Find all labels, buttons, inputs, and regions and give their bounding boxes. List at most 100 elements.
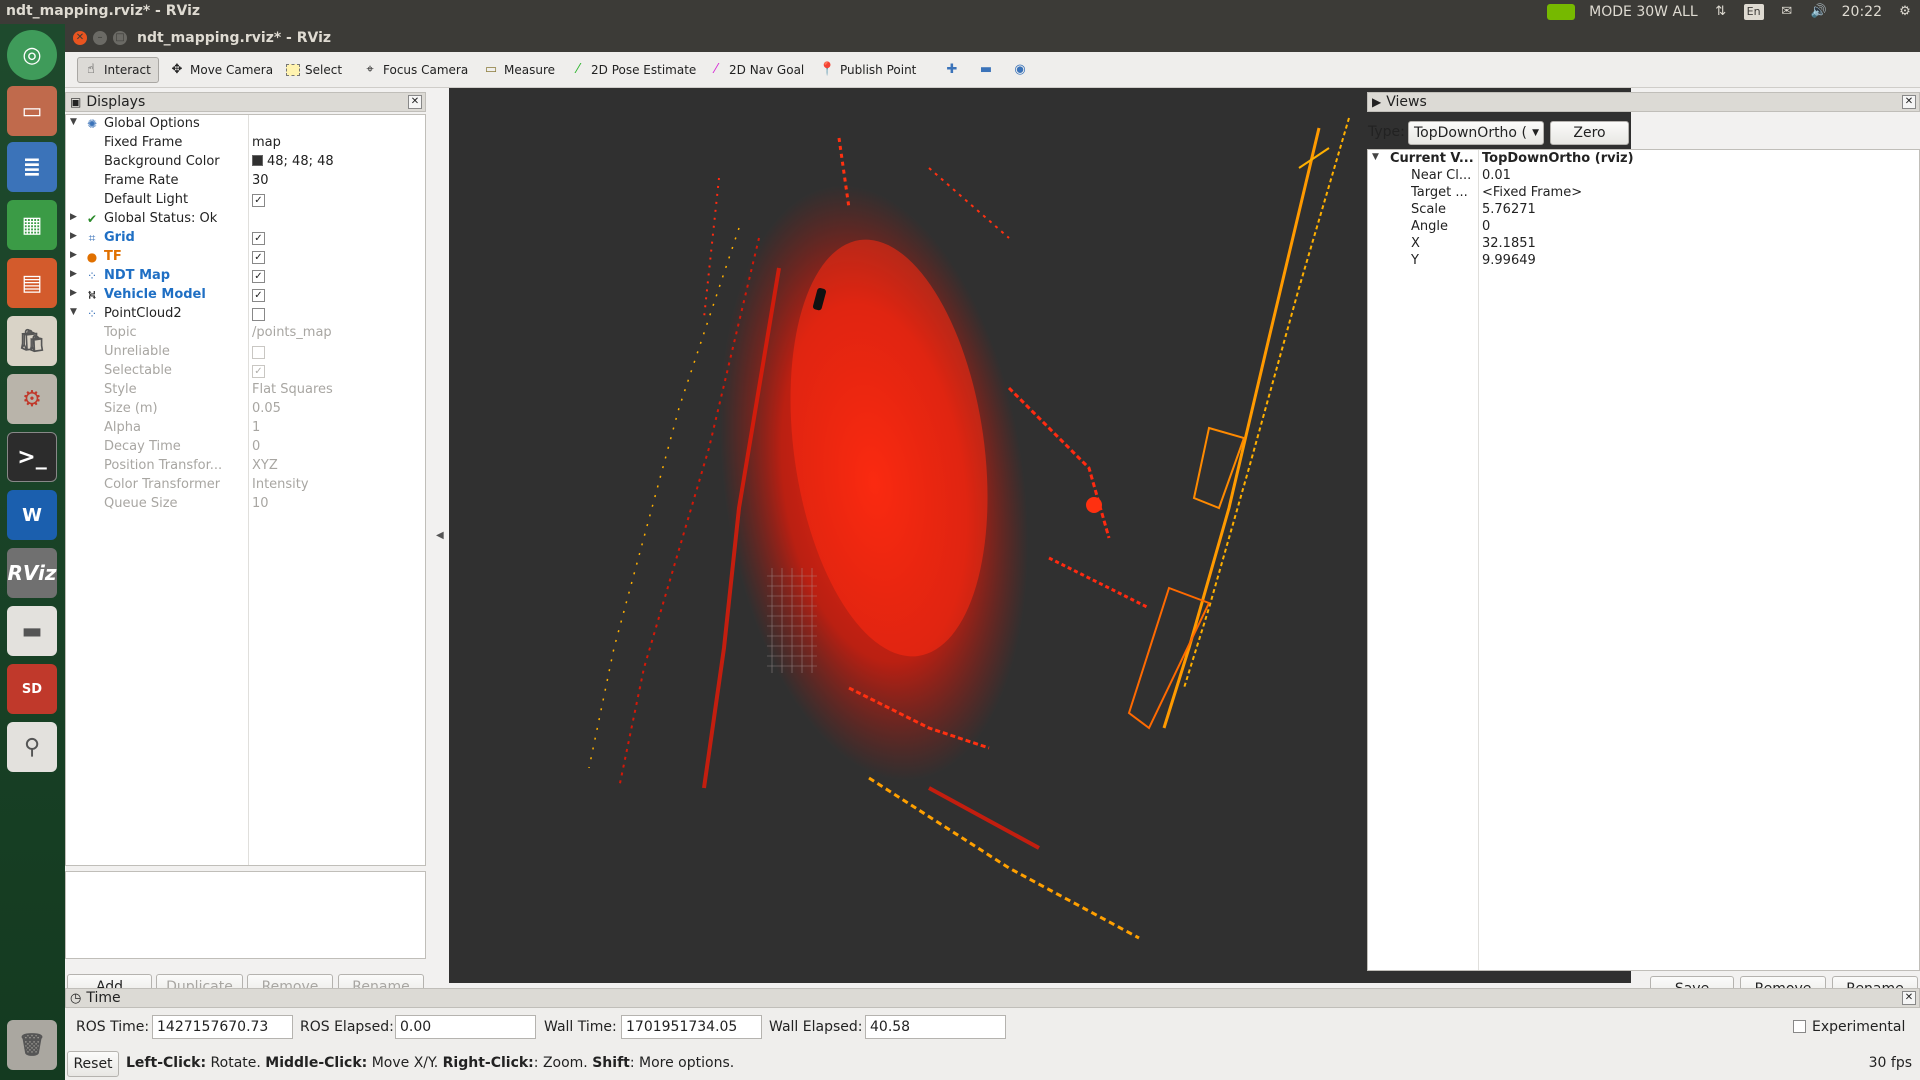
tree-row-global-options[interactable]: ▼ ✺ Global Options — [66, 115, 425, 134]
clock[interactable]: 20:22 — [1842, 4, 1882, 20]
power-mode-label[interactable]: MODE 30W ALL — [1589, 4, 1697, 20]
frame-rate-value[interactable]: 30 — [252, 173, 269, 188]
close-displays-panel-button[interactable]: ✕ — [408, 95, 422, 109]
tree-row-grid[interactable]: ▶ ⌗ Grid ✓ — [66, 229, 425, 248]
writer-icon[interactable]: ≣ — [7, 142, 57, 192]
tree-row-style[interactable]: Style Flat Squares — [66, 381, 425, 400]
expanded-arrow-icon[interactable]: ▼ — [1372, 152, 1379, 162]
alpha-value[interactable]: 1 — [252, 420, 260, 435]
tree-row-frame-rate[interactable]: Frame Rate 30 — [66, 172, 425, 191]
collapsed-arrow-icon[interactable]: ▶ — [70, 288, 77, 298]
network-icon[interactable]: ⇅ — [1712, 4, 1730, 20]
collapse-left-arrow-icon[interactable]: ◀ — [436, 530, 444, 541]
queue-size-value[interactable]: 10 — [252, 496, 269, 511]
maximize-window-button[interactable]: □ — [113, 31, 127, 45]
rviz-icon[interactable]: RViz — [7, 548, 57, 598]
close-window-button[interactable]: ✕ — [73, 31, 87, 45]
position-transformer-value[interactable]: XYZ — [252, 458, 278, 473]
tree-row-position-transformer[interactable]: Position Transfor... XYZ — [66, 457, 425, 476]
y-value[interactable]: 9.99649 — [1482, 253, 1536, 268]
tree-row-decay-time[interactable]: Decay Time 0 — [66, 438, 425, 457]
impress-icon[interactable]: ▤ — [7, 258, 57, 308]
trash-icon[interactable]: 🗑 — [7, 1020, 57, 1070]
usb-drive-icon[interactable]: ⚲ — [7, 722, 57, 772]
collapsed-arrow-icon[interactable]: ▶ — [70, 269, 77, 279]
tree-row-alpha[interactable]: Alpha 1 — [66, 419, 425, 438]
vehicle-model-checkbox[interactable]: ✓ — [252, 289, 265, 302]
unreliable-checkbox[interactable] — [252, 346, 265, 359]
tree-row-vehicle-model[interactable]: ▶ ⛕ Vehicle Model ✓ — [66, 286, 425, 305]
drive-icon[interactable]: ▬ — [7, 606, 57, 656]
tf-checkbox[interactable]: ✓ — [252, 251, 265, 264]
scale-value[interactable]: 5.76271 — [1482, 202, 1536, 217]
expanded-arrow-icon[interactable]: ▼ — [70, 117, 77, 127]
focus-camera-tool[interactable]: ⌖ Focus Camera — [357, 57, 473, 83]
pointcloud2-checkbox[interactable] — [252, 308, 265, 321]
volume-icon[interactable]: 🔊 — [1810, 4, 1828, 20]
nav-goal-tool[interactable]: ⁄ 2D Nav Goal — [703, 57, 809, 83]
terminal-icon[interactable]: >_ — [7, 432, 57, 482]
close-time-panel-button[interactable]: ✕ — [1902, 991, 1916, 1005]
near-clip-value[interactable]: 0.01 — [1482, 168, 1511, 183]
tree-row-tf[interactable]: ▶ ● TF ✓ — [66, 248, 425, 267]
tree-row-unreliable[interactable]: Unreliable — [66, 343, 425, 362]
expanded-arrow-icon[interactable]: ▼ — [70, 307, 77, 317]
software-center-icon[interactable]: 🛍 — [7, 316, 57, 366]
grid-checkbox[interactable]: ✓ — [252, 232, 265, 245]
ros-time-field[interactable]: 1427157670.73 — [152, 1015, 293, 1039]
topic-value[interactable]: /points_map — [252, 325, 332, 340]
view-type-select[interactable]: TopDownOrtho ( ▼ — [1408, 121, 1544, 145]
gear-icon[interactable]: ⚙ — [1896, 4, 1914, 20]
interact-tool[interactable]: ☝ Interact — [77, 57, 159, 83]
style-value[interactable]: Flat Squares — [252, 382, 333, 397]
tree-row-queue-size[interactable]: Queue Size 10 — [66, 495, 425, 514]
reset-button[interactable]: Reset — [67, 1051, 119, 1077]
move-camera-tool[interactable]: ✥ Move Camera — [164, 57, 278, 83]
publish-point-tool[interactable]: 📍 Publish Point — [814, 57, 921, 83]
files-icon[interactable]: ▭ — [7, 86, 57, 136]
ros-elapsed-field[interactable]: 0.00 — [395, 1015, 536, 1039]
tree-row-topic[interactable]: Topic /points_map — [66, 324, 425, 343]
zero-button[interactable]: Zero — [1550, 121, 1629, 145]
tree-row-pointcloud2[interactable]: ▼ ⁘ PointCloud2 — [66, 305, 425, 324]
ubuntu-icon[interactable]: ◎ — [7, 30, 57, 80]
collapsed-arrow-icon[interactable]: ▶ — [70, 212, 77, 222]
target-frame-value[interactable]: <Fixed Frame> — [1482, 185, 1582, 200]
tree-row-default-light[interactable]: Default Light ✓ — [66, 191, 425, 210]
remove-tool-button[interactable]: ▬ — [973, 57, 999, 83]
sd-card-icon[interactable]: SD — [7, 664, 57, 714]
measure-tool[interactable]: ▭ Measure — [478, 57, 560, 83]
settings-icon[interactable]: ⚙ — [7, 374, 57, 424]
color-transformer-value[interactable]: Intensity — [252, 477, 309, 492]
keyboard-language-indicator[interactable]: En — [1743, 4, 1764, 20]
add-tool-button[interactable]: ✚ — [939, 57, 965, 83]
pose-estimate-tool[interactable]: ⁄ 2D Pose Estimate — [565, 57, 701, 83]
select-tool[interactable]: Select — [281, 57, 347, 83]
tree-row-global-status[interactable]: ▶ ✔ Global Status: Ok — [66, 210, 425, 229]
autoware-icon[interactable]: W — [7, 490, 57, 540]
background-color-value[interactable]: 48; 48; 48 — [252, 154, 334, 169]
size-value[interactable]: 0.05 — [252, 401, 281, 416]
wall-time-field[interactable]: 1701951734.05 — [621, 1015, 762, 1039]
calc-icon[interactable]: ▦ — [7, 200, 57, 250]
wall-elapsed-field[interactable]: 40.58 — [865, 1015, 1006, 1039]
fixed-frame-value[interactable]: map — [252, 135, 281, 150]
collapsed-arrow-icon[interactable]: ▶ — [70, 250, 77, 260]
minimize-window-button[interactable]: – — [93, 31, 107, 45]
selectable-checkbox[interactable]: ✓ — [252, 365, 265, 378]
collapsed-arrow-icon[interactable]: ▶ — [70, 231, 77, 241]
default-light-checkbox[interactable]: ✓ — [252, 194, 265, 207]
tree-row-color-transformer[interactable]: Color Transformer Intensity — [66, 476, 425, 495]
mail-icon[interactable]: ✉ — [1778, 4, 1796, 20]
view-row-y[interactable]: Y 9.99649 — [1368, 252, 1919, 271]
tree-row-fixed-frame[interactable]: Fixed Frame map — [66, 134, 425, 153]
nvidia-icon[interactable] — [1547, 4, 1576, 20]
experimental-checkbox[interactable] — [1793, 1020, 1806, 1033]
tree-row-selectable[interactable]: Selectable ✓ — [66, 362, 425, 381]
x-value[interactable]: 32.1851 — [1482, 236, 1536, 251]
tool-properties-button[interactable]: ◉ — [1007, 57, 1033, 83]
close-views-panel-button[interactable]: ✕ — [1902, 95, 1916, 109]
ndt-map-checkbox[interactable]: ✓ — [252, 270, 265, 283]
angle-value[interactable]: 0 — [1482, 219, 1490, 234]
tree-row-background-color[interactable]: Background Color 48; 48; 48 — [66, 153, 425, 172]
